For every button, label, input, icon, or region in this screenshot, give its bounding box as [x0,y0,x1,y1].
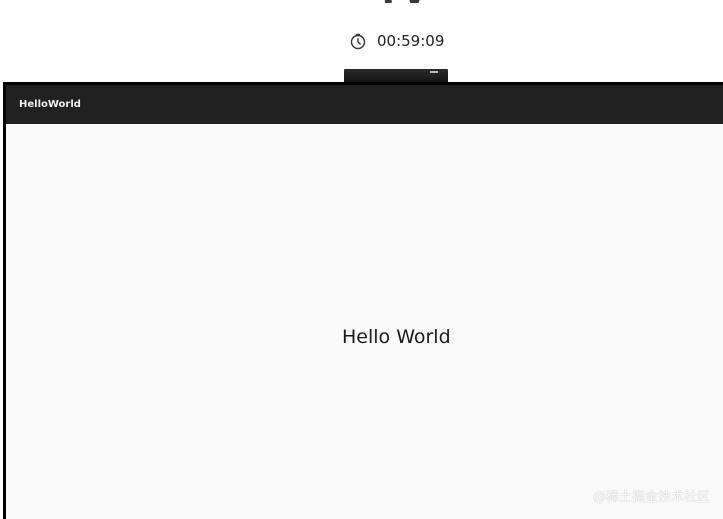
timer-icon [349,32,367,50]
cut-off-title: TV [376,0,428,10]
content-area: Hello World @稀土掘金技术社区 [6,124,723,519]
app-window: HelloWorld Hello World @稀土掘金技术社区 [6,85,723,519]
notch-indicator [430,71,438,73]
hello-world-text: Hello World [342,326,451,348]
top-area: TV 00:59:09 [0,0,723,84]
watermark: @稀土掘金技术社区 [592,490,710,505]
app-title: HelloWorld [19,99,81,110]
app-bar: HelloWorld [6,85,723,124]
timer-row: 00:59:09 [349,31,444,51]
timer-text: 00:59:09 [377,32,445,50]
